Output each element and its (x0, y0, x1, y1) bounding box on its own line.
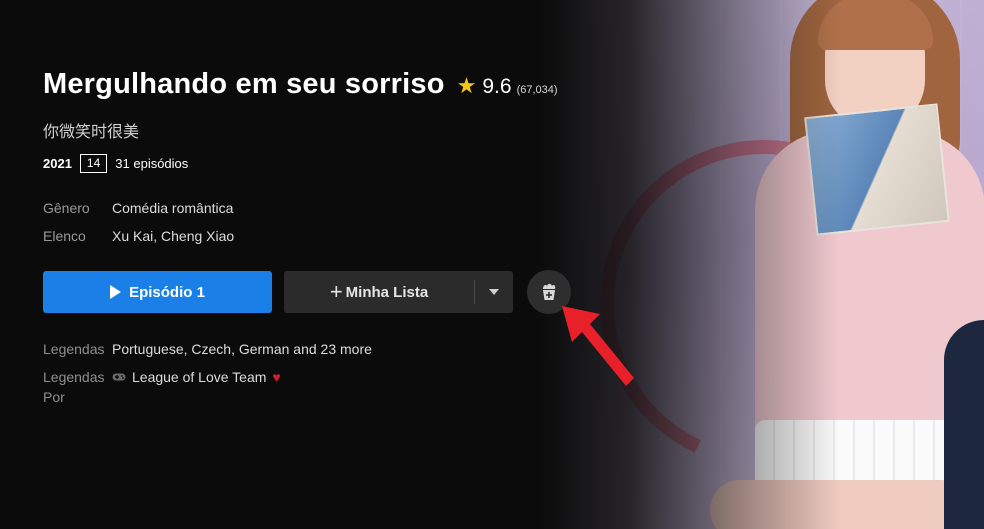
hero-second-person (944, 320, 984, 529)
subtitles-value[interactable]: Portuguese, Czech, German and 23 more (112, 341, 372, 357)
rating-score: 9.6 (482, 75, 512, 98)
red-arrow-icon (562, 306, 634, 386)
cast-label: Elenco (43, 228, 86, 244)
hero-fade-overlay (540, 0, 840, 529)
play-icon (110, 285, 122, 299)
original-title: 你微笑时很美 (43, 122, 140, 141)
add-to-list-button[interactable]: + Minha Lista (284, 279, 474, 304)
heart-icon: ♥ (272, 369, 281, 385)
subtitled-by-label: Legendas (43, 369, 105, 385)
release-year: 2021 (43, 156, 72, 171)
subtitles-label: Legendas (43, 341, 105, 357)
star-icon: ★ (456, 73, 477, 98)
gamepad-icon (112, 373, 126, 381)
list-dropdown-button[interactable] (475, 289, 513, 295)
subtitles-row: Legendas Portuguese, Czech, German and 2… (43, 341, 372, 357)
title-row: Mergulhando em seu sorriso ★ 9.6 (67,034… (43, 68, 558, 101)
subtitled-by-value-wrap: League of Love Team ♥ (112, 369, 281, 385)
subtitled-by-row: Legendas League of Love Team ♥ (43, 369, 281, 385)
plus-icon: + (329, 279, 343, 304)
my-list-button[interactable]: + Minha Lista (284, 271, 513, 313)
subtitle-team-link[interactable]: League of Love Team (132, 369, 266, 385)
episode-count: 31 episódios (115, 156, 189, 171)
meta-row: 2021 14 31 episódios (43, 154, 188, 173)
play-episode-button[interactable]: Episódio 1 (43, 271, 272, 313)
cast-value[interactable]: Xu Kai, Cheng Xiao (112, 228, 234, 244)
cast-row: Elenco Xu Kai, Cheng Xiao (43, 228, 234, 244)
genre-value[interactable]: Comédia romântica (112, 200, 233, 216)
my-list-label: Minha Lista (345, 283, 429, 301)
hero-image (540, 0, 984, 529)
subtitled-by-label-2: Por (43, 389, 65, 405)
play-button-label: Episódio 1 (129, 283, 205, 301)
rating-votes: (67,034) (516, 84, 558, 96)
chevron-down-icon (489, 289, 499, 295)
genre-label: Gênero (43, 200, 90, 216)
genre-row: Gênero Comédia romântica (43, 200, 233, 216)
show-title: Mergulhando em seu sorriso (43, 68, 445, 100)
age-rating-badge: 14 (79, 154, 108, 173)
